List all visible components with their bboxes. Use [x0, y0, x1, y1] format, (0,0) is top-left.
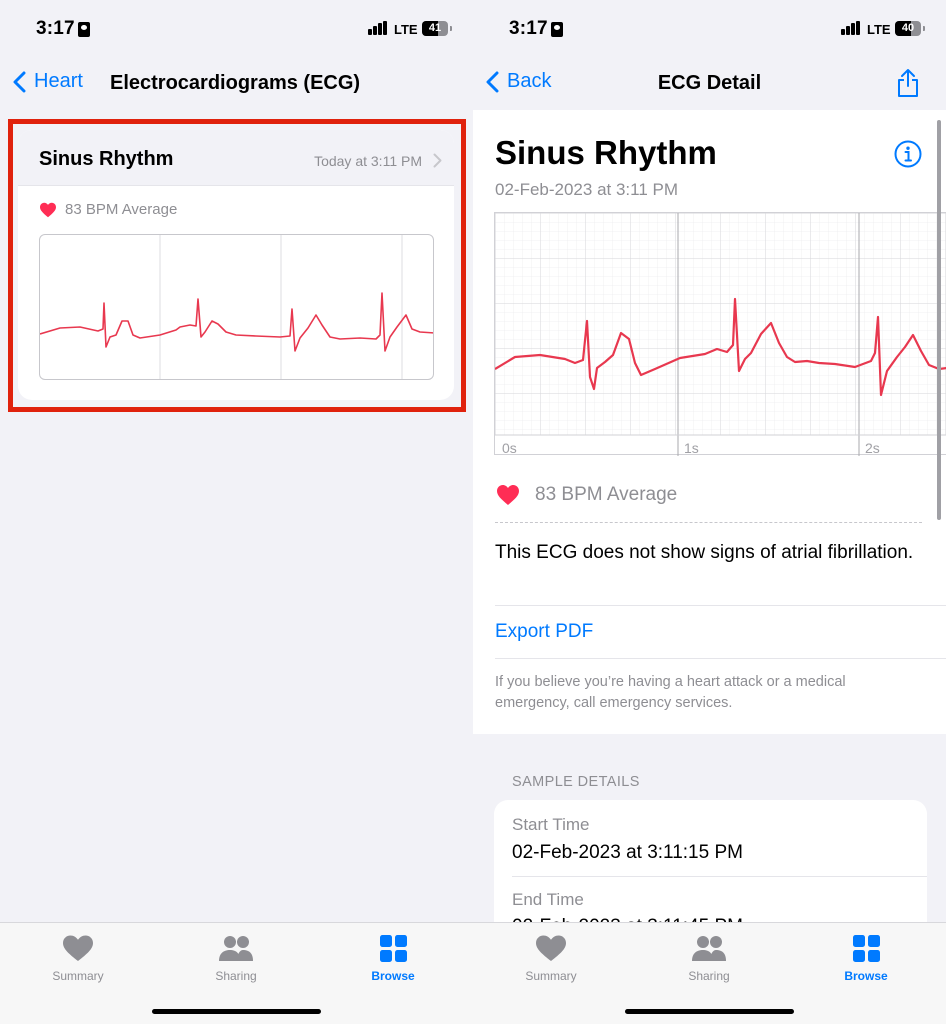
tab-summary[interactable]: Summary — [28, 933, 128, 983]
heart-icon — [497, 485, 519, 505]
heart-icon — [40, 202, 56, 217]
bpm-row: 83 BPM Average — [39, 201, 177, 218]
signal-icon — [368, 21, 390, 35]
people-icon — [692, 936, 726, 961]
tab-label: Sharing — [215, 969, 257, 983]
home-indicator — [152, 1009, 321, 1014]
grid-icon — [380, 935, 407, 962]
detail-title: Sinus Rhythm — [495, 134, 717, 171]
tab-browse[interactable]: Browse — [343, 933, 443, 983]
battery-icon: 41 — [422, 21, 452, 36]
end-time-label: End Time — [512, 890, 584, 909]
time-tick: 1s — [684, 440, 699, 456]
section-header: SAMPLE DETAILS — [512, 774, 640, 790]
bpm-row: 83 BPM Average — [495, 484, 677, 506]
signal-icon — [841, 21, 863, 35]
heart-icon — [63, 935, 93, 961]
status-time: 3:17 — [509, 18, 548, 39]
tab-summary[interactable]: Summary — [501, 933, 601, 983]
nav-bar: Back ECG Detail — [473, 60, 946, 108]
tab-label: Summary — [525, 969, 577, 983]
battery-level: 41 — [428, 22, 442, 34]
back-label: Heart — [34, 70, 83, 92]
page-title: ECG Detail — [657, 72, 762, 94]
bpm-average: 83 BPM Average — [535, 484, 678, 505]
time-tick: 2s — [865, 440, 880, 456]
grid-icon — [853, 935, 880, 962]
battery-level: 40 — [901, 22, 915, 34]
share-icon[interactable] — [896, 68, 920, 98]
ecg-waveform-chart: 0s 1s 2s — [494, 212, 946, 456]
tab-label: Summary — [52, 969, 104, 983]
back-button[interactable]: Heart — [12, 70, 83, 93]
classification-result: This ECG does not show signs of atrial f… — [495, 542, 914, 563]
tab-bar: Summary Sharing Browse — [473, 922, 946, 1024]
chevron-right-icon — [433, 153, 442, 168]
divider — [495, 522, 922, 523]
card-date: Today at 3:11 PM — [314, 153, 422, 169]
ecg-list-screen: 3:17 LTE 41 Heart Electrocardiograms (EC… — [0, 0, 473, 1024]
divider — [495, 658, 946, 659]
emergency-disclaimer: If you believe you’re having a heart att… — [495, 674, 846, 711]
divider — [512, 876, 927, 877]
tab-label: Browse — [371, 969, 415, 983]
start-time-value: 02-Feb-2023 at 3:11:15 PM — [512, 842, 743, 863]
status-bar: 3:17 LTE 40 — [473, 0, 946, 60]
info-icon[interactable] — [894, 140, 922, 168]
divider — [495, 605, 946, 606]
ecg-detail-screen: 3:17 LTE 40 Back ECG Detail Sinus Rhythm… — [473, 0, 946, 1024]
contact-badge-icon — [78, 22, 90, 37]
ecg-recording-card[interactable]: Sinus Rhythm Today at 3:11 PM 83 BPM Ave… — [18, 130, 454, 400]
bpm-average: 83 BPM Average — [65, 201, 178, 218]
people-icon — [219, 936, 253, 961]
home-indicator — [625, 1009, 794, 1014]
network-label: LTE — [867, 22, 891, 37]
heart-icon — [536, 935, 566, 961]
start-time-label: Start Time — [512, 815, 590, 834]
detail-date: 02-Feb-2023 at 3:11 PM — [495, 180, 679, 199]
time-tick: 0s — [502, 440, 517, 456]
ecg-detail-card: Sinus Rhythm 02-Feb-2023 at 3:11 PM 0s 1… — [473, 110, 946, 734]
card-header[interactable]: Sinus Rhythm Today at 3:11 PM — [18, 130, 454, 186]
page-title: Electrocardiograms (ECG) — [110, 72, 361, 94]
tab-browse[interactable]: Browse — [816, 933, 916, 983]
status-bar: 3:17 LTE 41 — [0, 0, 473, 60]
nav-bar: Heart Electrocardiograms (ECG) — [0, 60, 473, 108]
scrollbar[interactable] — [937, 120, 941, 520]
card-title: Sinus Rhythm — [39, 148, 174, 170]
chevron-left-icon — [13, 71, 26, 92]
tab-sharing[interactable]: Sharing — [659, 933, 759, 983]
contact-badge-icon — [551, 22, 563, 37]
tab-label: Browse — [844, 969, 888, 983]
status-time: 3:17 — [36, 18, 75, 39]
tab-sharing[interactable]: Sharing — [186, 933, 286, 983]
battery-icon: 40 — [895, 21, 925, 36]
export-pdf-link[interactable]: Export PDF — [495, 621, 593, 643]
network-label: LTE — [394, 22, 418, 37]
ecg-thumbnail — [39, 234, 434, 380]
tab-label: Sharing — [688, 969, 730, 983]
tab-bar: Summary Sharing Browse — [0, 922, 473, 1024]
